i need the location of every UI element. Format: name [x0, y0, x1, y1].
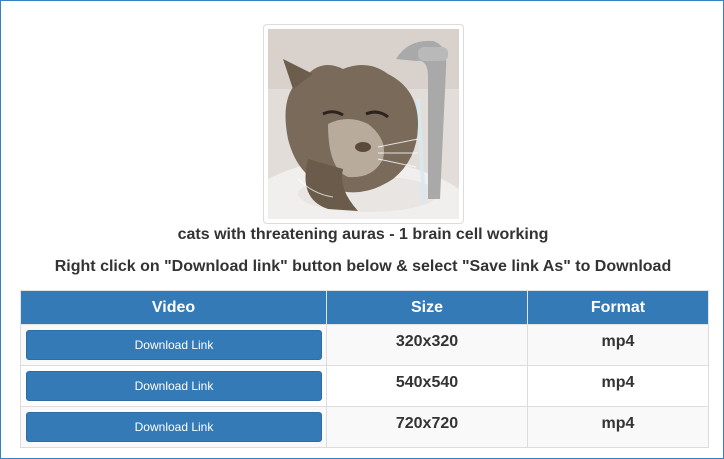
table-row: Download Link 320x320 mp4: [20, 324, 709, 366]
download-link-button[interactable]: Download Link: [26, 371, 322, 401]
size-cell: 320x320: [326, 324, 528, 366]
column-header-video: Video: [20, 290, 327, 325]
table-row: Download Link 720x720 mp4: [20, 406, 709, 448]
page-frame: cats with threatening auras - 1 brain ce…: [0, 0, 724, 459]
video-title: cats with threatening auras - 1 brain ce…: [177, 226, 549, 243]
download-instructions: Right click on "Download link" button be…: [54, 258, 672, 275]
size-cell: 540x540: [326, 365, 528, 407]
video-thumbnail-frame: [263, 24, 464, 224]
size-cell: 720x720: [326, 406, 528, 448]
column-header-size: Size: [326, 290, 528, 325]
download-link-button[interactable]: Download Link: [26, 330, 322, 360]
video-cell: Download Link: [20, 324, 327, 366]
table-header-row: Video Size Format: [20, 290, 709, 325]
video-cell: Download Link: [20, 406, 327, 448]
video-thumbnail: [268, 29, 459, 219]
column-header-format: Format: [527, 290, 709, 325]
video-cell: Download Link: [20, 365, 327, 407]
table-row: Download Link 540x540 mp4: [20, 365, 709, 407]
download-table: Video Size Format Download Link 320x320 …: [20, 290, 709, 448]
download-link-button[interactable]: Download Link: [26, 412, 322, 442]
format-cell: mp4: [527, 324, 709, 366]
format-cell: mp4: [527, 406, 709, 448]
format-cell: mp4: [527, 365, 709, 407]
